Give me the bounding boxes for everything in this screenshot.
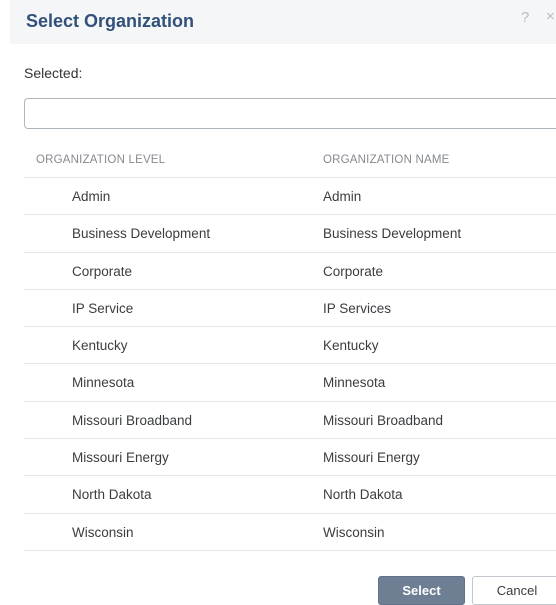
organization-level-cell: IP Service — [72, 300, 134, 316]
organization-level-cell: Minnesota — [72, 375, 135, 391]
organization-name-cell: IP Services — [323, 300, 392, 316]
table-row[interactable]: Admin Admin — [24, 178, 556, 216]
table-row[interactable]: Wisconsin Wisconsin — [24, 514, 556, 551]
organization-table: ORGANIZATION LEVEL ORGANIZATION NAME Adm… — [24, 141, 556, 551]
select-organization-dialog: Select Organization ? × Selected: ORGANI… — [0, 0, 556, 605]
organization-name-cell: Missouri Energy — [323, 450, 420, 466]
organization-level-cell: Missouri Energy — [72, 450, 169, 466]
organization-level-cell: Admin — [72, 189, 111, 204]
dialog-title: Select Organization — [26, 11, 195, 31]
table-row[interactable]: IP Service IP Services — [24, 290, 556, 328]
organization-level-cell: Kentucky — [72, 338, 128, 354]
organization-name-cell: Kentucky — [323, 338, 379, 354]
table-row[interactable]: Missouri Energy Missouri Energy — [24, 439, 556, 477]
organization-level-cell: Business Development — [72, 226, 211, 242]
select-button[interactable]: Select — [378, 576, 465, 605]
organization-level-cell: North Dakota — [72, 487, 152, 503]
column-header-organization-level[interactable]: ORGANIZATION LEVEL — [36, 154, 165, 166]
organization-name-cell: Business Development — [323, 226, 462, 242]
column-header-organization-name[interactable]: ORGANIZATION NAME — [323, 154, 450, 166]
table-header: ORGANIZATION LEVEL ORGANIZATION NAME — [24, 141, 556, 178]
organization-level-cell: Wisconsin — [72, 524, 134, 540]
table-row[interactable]: Missouri Broadband Missouri Broadband — [24, 402, 556, 440]
organization-name-cell: Corporate — [323, 263, 384, 279]
organization-name-cell: Minnesota — [323, 375, 386, 391]
organization-level-cell: Missouri Broadband — [72, 412, 193, 428]
organization-level-cell: Corporate — [72, 263, 133, 279]
table-body: Admin Admin Business Development Business D… — [24, 178, 556, 551]
table-row[interactable]: Kentucky Kentucky — [24, 327, 556, 365]
table-row[interactable]: Business Development Business Development — [24, 215, 556, 253]
selected-label: Selected: — [24, 65, 83, 81]
help-icon[interactable]: ? — [521, 9, 529, 26]
table-row[interactable]: Minnesota Minnesota — [24, 364, 556, 402]
selected-input[interactable] — [24, 98, 556, 129]
organization-name-cell: Missouri Broadband — [323, 412, 444, 428]
cancel-button[interactable]: Cancel — [472, 576, 556, 605]
dialog-header: Select Organization ? × — [10, 0, 556, 44]
table-row[interactable]: Corporate Corporate — [24, 253, 556, 290]
close-icon[interactable]: × — [546, 8, 555, 25]
organization-name-cell: Wisconsin — [323, 524, 385, 540]
organization-name-cell: North Dakota — [323, 487, 403, 503]
table-row[interactable]: North Dakota North Dakota — [24, 476, 556, 514]
organization-name-cell: Admin — [323, 189, 362, 204]
